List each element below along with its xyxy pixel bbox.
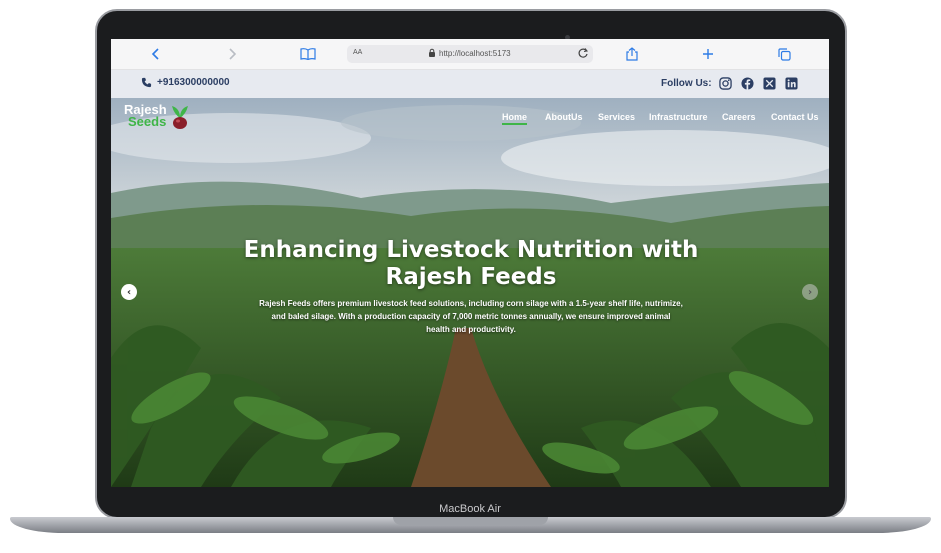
nav-home[interactable]: Home	[502, 112, 528, 125]
seed-sprout-icon	[172, 106, 188, 129]
hero-subtitle-line-1: Rajesh Feeds offers premium livestock fe…	[259, 299, 683, 308]
phone-number: +916300000000	[157, 77, 230, 88]
device-model-label: MacBook Air	[439, 503, 501, 515]
logo-text-seeds: Seeds	[128, 114, 167, 129]
back-icon[interactable]	[147, 45, 165, 63]
carousel-next-button[interactable]: ›	[802, 284, 818, 300]
facebook-icon[interactable]	[741, 77, 754, 90]
phone-link[interactable]: +916300000000	[141, 77, 230, 88]
instagram-icon[interactable]	[719, 77, 732, 90]
linkedin-icon[interactable]	[785, 77, 798, 90]
new-tab-icon[interactable]	[699, 45, 717, 63]
hero-subtitle-line-3: health and productivity.	[426, 325, 516, 334]
laptop-notch	[393, 517, 548, 525]
hero-background-image	[111, 98, 829, 487]
hero-subtitle: Rajesh Feeds offers premium livestock fe…	[237, 297, 705, 336]
nav-infrastructure[interactable]: Infrastructure	[649, 112, 708, 122]
bookmarks-icon[interactable]	[299, 45, 317, 63]
hero-banner: Rajesh Seeds Home AboutUs Services Infra…	[111, 98, 829, 487]
address-bar[interactable]: AA http://localhost:5173	[347, 45, 593, 63]
x-twitter-icon[interactable]	[763, 77, 776, 90]
chevron-right-icon: ›	[807, 286, 813, 298]
hero-title-line-2: Rajesh Feeds	[385, 264, 557, 290]
phone-icon	[141, 77, 152, 88]
tabs-overview-icon[interactable]	[775, 45, 793, 63]
hero-subtitle-line-2: and baled silage. With a production capa…	[271, 312, 671, 321]
chevron-left-icon: ‹	[126, 286, 132, 298]
forward-icon[interactable]	[223, 45, 241, 63]
reload-icon[interactable]	[577, 47, 589, 59]
browser-toolbar: AA http://localhost:5173	[111, 39, 829, 70]
reader-aa-button[interactable]: AA	[353, 49, 362, 56]
hero-title: Enhancing Livestock Nutrition with Rajes…	[221, 237, 721, 291]
lock-icon	[429, 48, 435, 57]
contact-bar: +916300000000 Follow Us:	[111, 70, 829, 98]
site-logo[interactable]: Rajesh Seeds	[124, 103, 188, 129]
nav-services[interactable]: Services	[598, 112, 635, 122]
screen: AA http://localhost:5173 +916300000000 F…	[111, 39, 829, 487]
url-text: http://localhost:5173	[439, 49, 511, 58]
nav-contact-us[interactable]: Contact Us	[771, 112, 819, 122]
share-icon[interactable]	[623, 45, 641, 63]
follow-us-label: Follow Us:	[661, 78, 712, 89]
nav-about-us[interactable]: AboutUs	[545, 112, 583, 122]
nav-careers[interactable]: Careers	[722, 112, 756, 122]
carousel-prev-button[interactable]: ‹	[121, 284, 137, 300]
hero-title-line-1: Enhancing Livestock Nutrition with	[243, 237, 699, 263]
